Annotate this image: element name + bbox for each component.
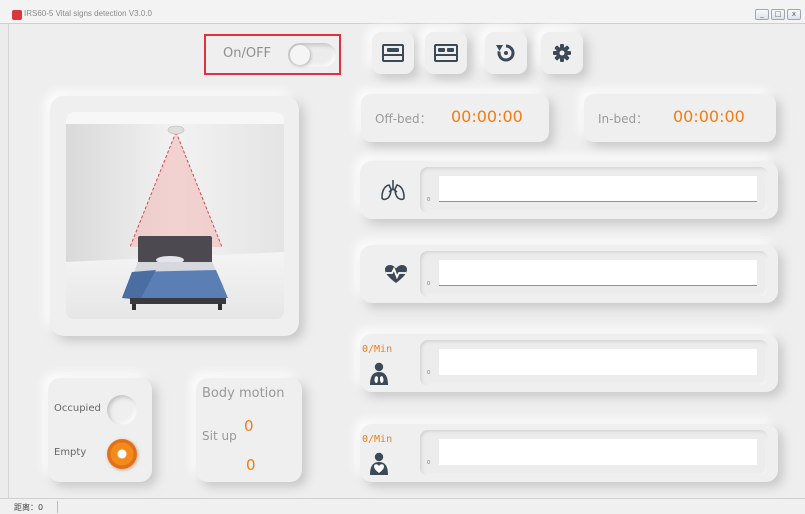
y-axis-zero-tick: 0 <box>427 370 431 376</box>
refresh-button[interactable] <box>485 32 527 74</box>
sit-up-label: Sit up <box>202 429 237 443</box>
empty-label: Empty <box>54 447 87 458</box>
heart-rate-card: 0/Min 0 <box>360 424 778 482</box>
respiration-plot-area <box>439 176 757 202</box>
motion-card: Body motion 0 Sit up 0 <box>196 378 302 482</box>
app-icon <box>12 10 22 20</box>
single-bed-icon <box>382 44 404 62</box>
occupied-label: Occupied <box>54 403 101 414</box>
status-bar: 距离：0 <box>0 498 805 514</box>
heart-pulse-icon <box>384 264 408 288</box>
breathing-rate-card: 0/Min 0 <box>360 334 778 392</box>
toggle-knob[interactable] <box>290 45 310 65</box>
person-lungs-icon <box>368 362 390 390</box>
title-bar: IRS60-5 Vital signs detection V3.0.0 _ □… <box>0 0 805 24</box>
heart-rate-label: 0/Min <box>362 434 393 445</box>
lungs-icon <box>380 178 406 206</box>
heart-graph-card: 0 <box>360 245 778 303</box>
power-label: On/OFF <box>223 46 272 61</box>
close-button[interactable]: x <box>787 9 801 20</box>
breathing-rate-label: 0/Min <box>362 344 393 355</box>
off-bed-label: Off-bed： <box>375 112 432 126</box>
double-bed-icon <box>434 44 458 62</box>
sensor-view-card <box>50 96 299 336</box>
heart-rate-plot-area <box>439 439 757 465</box>
occupancy-card: Occupied Empty <box>48 378 152 482</box>
minimize-button[interactable]: _ <box>755 9 769 20</box>
sit-up-value: 0 <box>246 456 256 474</box>
power-toggle[interactable] <box>288 43 336 67</box>
power-control: On/OFF <box>204 34 341 75</box>
respiration-chart: 0 <box>420 167 768 213</box>
y-axis-zero-tick: 0 <box>427 197 431 203</box>
y-axis-zero-tick: 0 <box>427 460 431 466</box>
single-bed-button[interactable] <box>372 32 414 74</box>
heart-rate-chart: 0 <box>420 430 768 476</box>
settings-button[interactable] <box>541 32 583 74</box>
double-bed-button[interactable] <box>425 32 467 74</box>
heart-chart: 0 <box>420 251 768 297</box>
body-motion-label: Body motion <box>202 386 285 401</box>
off-bed-timer: Off-bed： 00:00:00 <box>361 94 549 142</box>
empty-indicator <box>107 439 137 469</box>
breathing-rate-chart: 0 <box>420 340 768 386</box>
in-bed-timer: In-bed： 00:00:00 <box>584 94 776 142</box>
in-bed-label: In-bed： <box>598 112 649 126</box>
distance-status: 距离：0 <box>14 503 44 512</box>
maximize-button[interactable]: □ <box>771 9 785 20</box>
occupied-indicator <box>107 395 137 425</box>
y-axis-zero-tick: 0 <box>427 281 431 287</box>
body-motion-value: 0 <box>244 417 254 435</box>
refresh-icon <box>495 42 517 64</box>
settings-gear-icon <box>553 44 571 62</box>
off-bed-value: 00:00:00 <box>451 107 523 126</box>
breathing-rate-plot-area <box>439 349 757 375</box>
window-controls: _ □ x <box>755 9 801 20</box>
bedroom-illustration <box>66 112 284 319</box>
person-heart-icon <box>368 452 390 480</box>
window-title: IRS60-5 Vital signs detection V3.0.0 <box>24 9 152 18</box>
status-divider <box>57 501 58 513</box>
heart-plot-area <box>439 260 757 286</box>
in-bed-value: 00:00:00 <box>673 107 745 126</box>
respiration-graph-card: 0 <box>360 161 778 219</box>
